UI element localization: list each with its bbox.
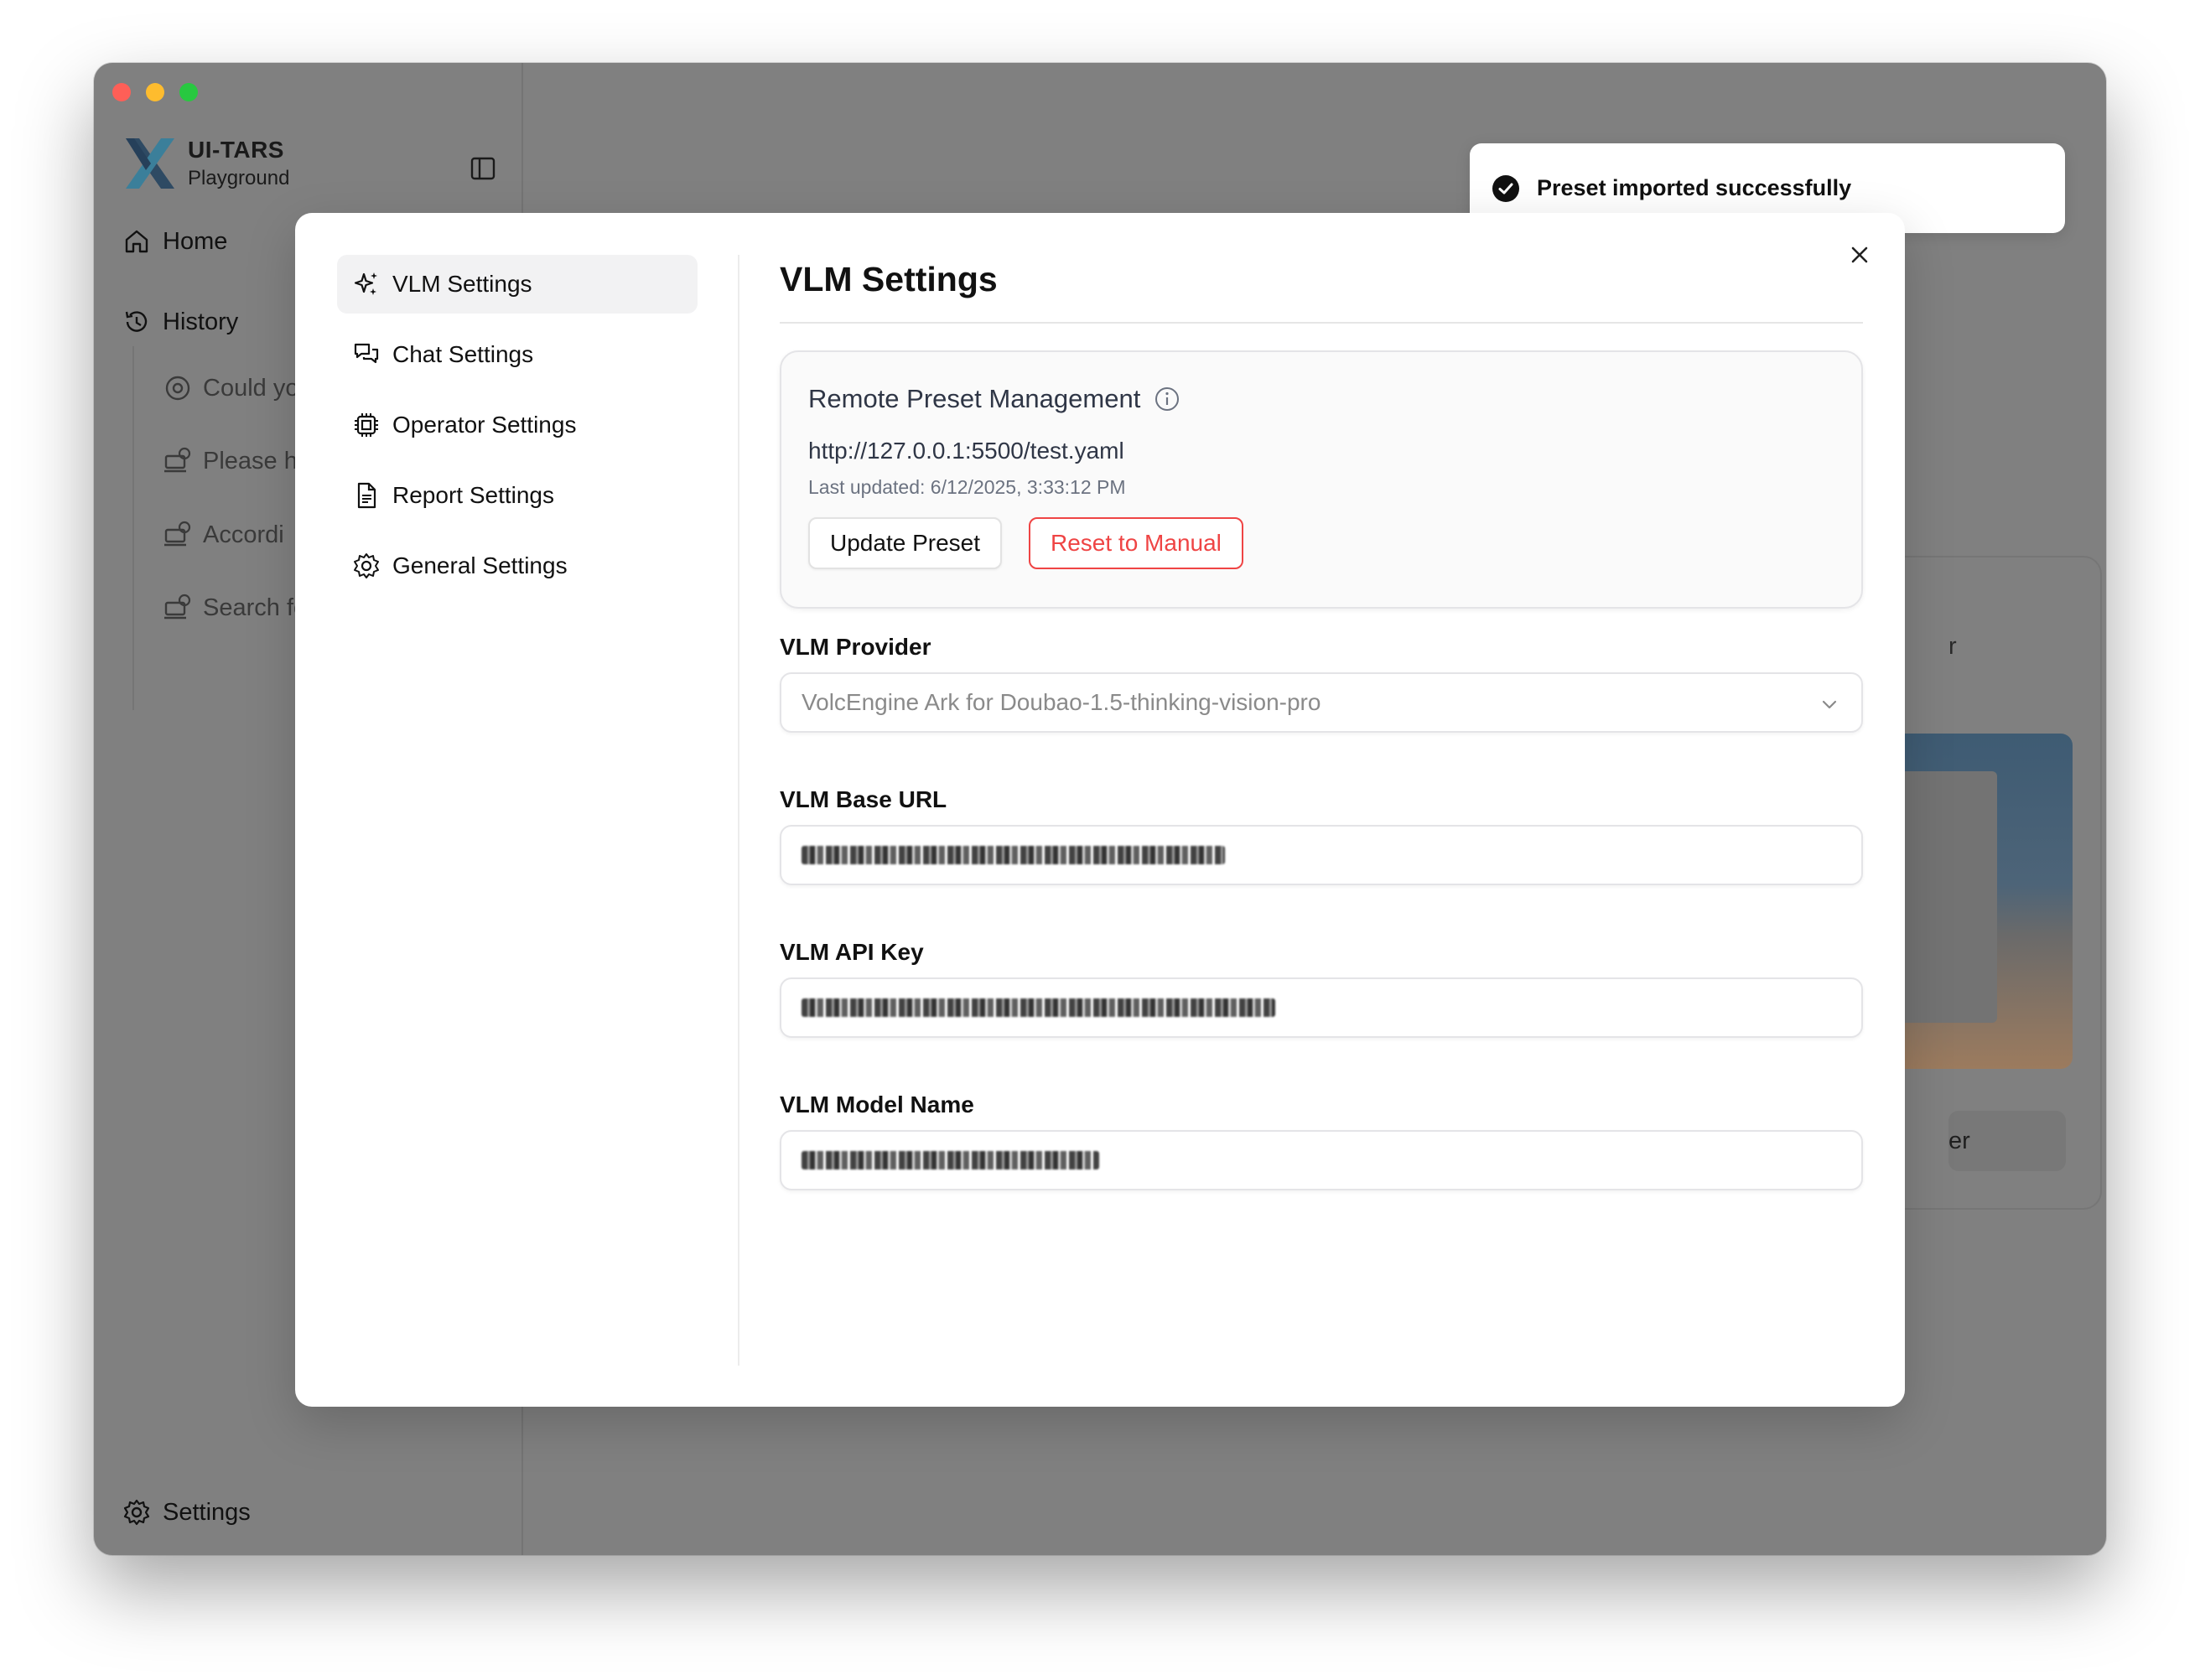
menu-item-label: VLM Settings [392, 271, 532, 297]
settings-dialog: VLM Settings Chat Settings Operator Sett… [295, 213, 1905, 1407]
cpu-chip-icon [355, 413, 378, 437]
panel-title: VLM Settings [780, 260, 998, 298]
update-preset-button[interactable]: Update Preset [808, 517, 1002, 569]
vlm-provider-value: VolcEngine Ark for Doubao-1.5-thinking-v… [802, 689, 1321, 715]
minimize-window-button[interactable] [146, 83, 164, 101]
menu-item-report-settings[interactable]: Report Settings [337, 466, 698, 525]
vlm-provider-label: VLM Provider [780, 634, 931, 660]
preset-last-updated: Last updated: 6/12/2025, 3:33:12 PM [808, 476, 1126, 498]
settings-panel: VLM Settings Remote Preset Management ht… [780, 255, 1863, 1190]
close-window-button[interactable] [112, 83, 131, 101]
history-item-label: Search fo [203, 594, 308, 621]
sidebar-item-home[interactable]: Home [122, 227, 227, 256]
sidebar-item-label: History [163, 308, 239, 335]
menu-item-label: Operator Settings [392, 412, 577, 438]
app-subtitle: Playground [188, 167, 290, 189]
toast-message: Preset imported successfully [1537, 175, 1852, 200]
history-tree-line [132, 346, 134, 710]
reset-to-manual-button[interactable]: Reset to Manual [1029, 517, 1243, 569]
vlm-base-url-label: VLM Base URL [780, 786, 947, 812]
sidebar-item-label: Home [163, 227, 228, 255]
history-item-label: Accordi [203, 521, 284, 548]
background-card-button-label: er [1948, 1128, 1970, 1154]
remote-preset-card: Remote Preset Management http://127.0.0.… [780, 350, 1863, 609]
dialog-divider [738, 255, 739, 1366]
vlm-api-key-input[interactable] [780, 977, 1863, 1038]
title-divider [780, 322, 1863, 324]
settings-menu: VLM Settings Chat Settings Operator Sett… [337, 255, 698, 607]
gear-icon [123, 1499, 150, 1526]
maximize-window-button[interactable] [179, 83, 198, 101]
history-item[interactable]: Could yo [163, 373, 298, 403]
computer-agent-icon [164, 521, 191, 547]
menu-item-chat-settings[interactable]: Chat Settings [337, 325, 698, 384]
check-circle-icon [1492, 174, 1519, 202]
preset-heading: Remote Preset Management [808, 384, 1141, 413]
computer-agent-icon [164, 594, 191, 620]
chat-bubbles-icon [354, 343, 379, 364]
chevron-down-icon [1822, 700, 1837, 709]
menu-item-label: Report Settings [392, 482, 554, 508]
menu-item-label: Chat Settings [392, 341, 534, 367]
redacted-value [802, 1151, 1099, 1169]
sidebar-item-settings[interactable]: Settings [122, 1498, 251, 1527]
history-icon [125, 311, 148, 332]
history-item[interactable]: Search fo [163, 593, 307, 623]
history-item[interactable]: Accordi [163, 520, 284, 550]
history-item[interactable]: Please h [163, 446, 298, 476]
redacted-value [802, 846, 1225, 864]
history-item-label: Could yo [203, 374, 299, 402]
sidebar-item-history[interactable]: History [122, 308, 238, 336]
vlm-api-key-label: VLM API Key [780, 939, 924, 965]
menu-item-operator-settings[interactable]: Operator Settings [337, 396, 698, 454]
sparkles-icon [354, 272, 377, 295]
vlm-base-url-input[interactable] [780, 825, 1863, 885]
brand: UI-TARS Playground [122, 137, 289, 190]
ui-tars-logo-icon [126, 138, 174, 189]
sidebar-item-label: Settings [163, 1498, 251, 1526]
redacted-value [802, 998, 1275, 1017]
history-item-label: Please h [203, 447, 298, 474]
browser-icon [165, 376, 190, 401]
computer-agent-icon [164, 447, 191, 473]
gear-icon [354, 553, 379, 578]
home-icon [125, 230, 148, 253]
info-icon[interactable] [1154, 386, 1180, 412]
window-controls [112, 83, 198, 101]
vlm-provider-select[interactable]: VolcEngine Ark for Doubao-1.5-thinking-v… [780, 672, 1863, 733]
app-title: UI-TARS [188, 137, 284, 163]
vlm-model-name-input[interactable] [780, 1130, 1863, 1190]
sidebar-toggle-icon[interactable] [470, 155, 496, 182]
menu-item-general-settings[interactable]: General Settings [337, 537, 698, 595]
vlm-model-name-label: VLM Model Name [780, 1091, 974, 1117]
background-card-text: r [1948, 633, 1957, 660]
menu-item-vlm-settings[interactable]: VLM Settings [337, 255, 698, 314]
menu-item-label: General Settings [392, 552, 568, 578]
preset-url: http://127.0.0.1:5500/test.yaml [808, 438, 1124, 464]
document-icon [357, 482, 376, 509]
